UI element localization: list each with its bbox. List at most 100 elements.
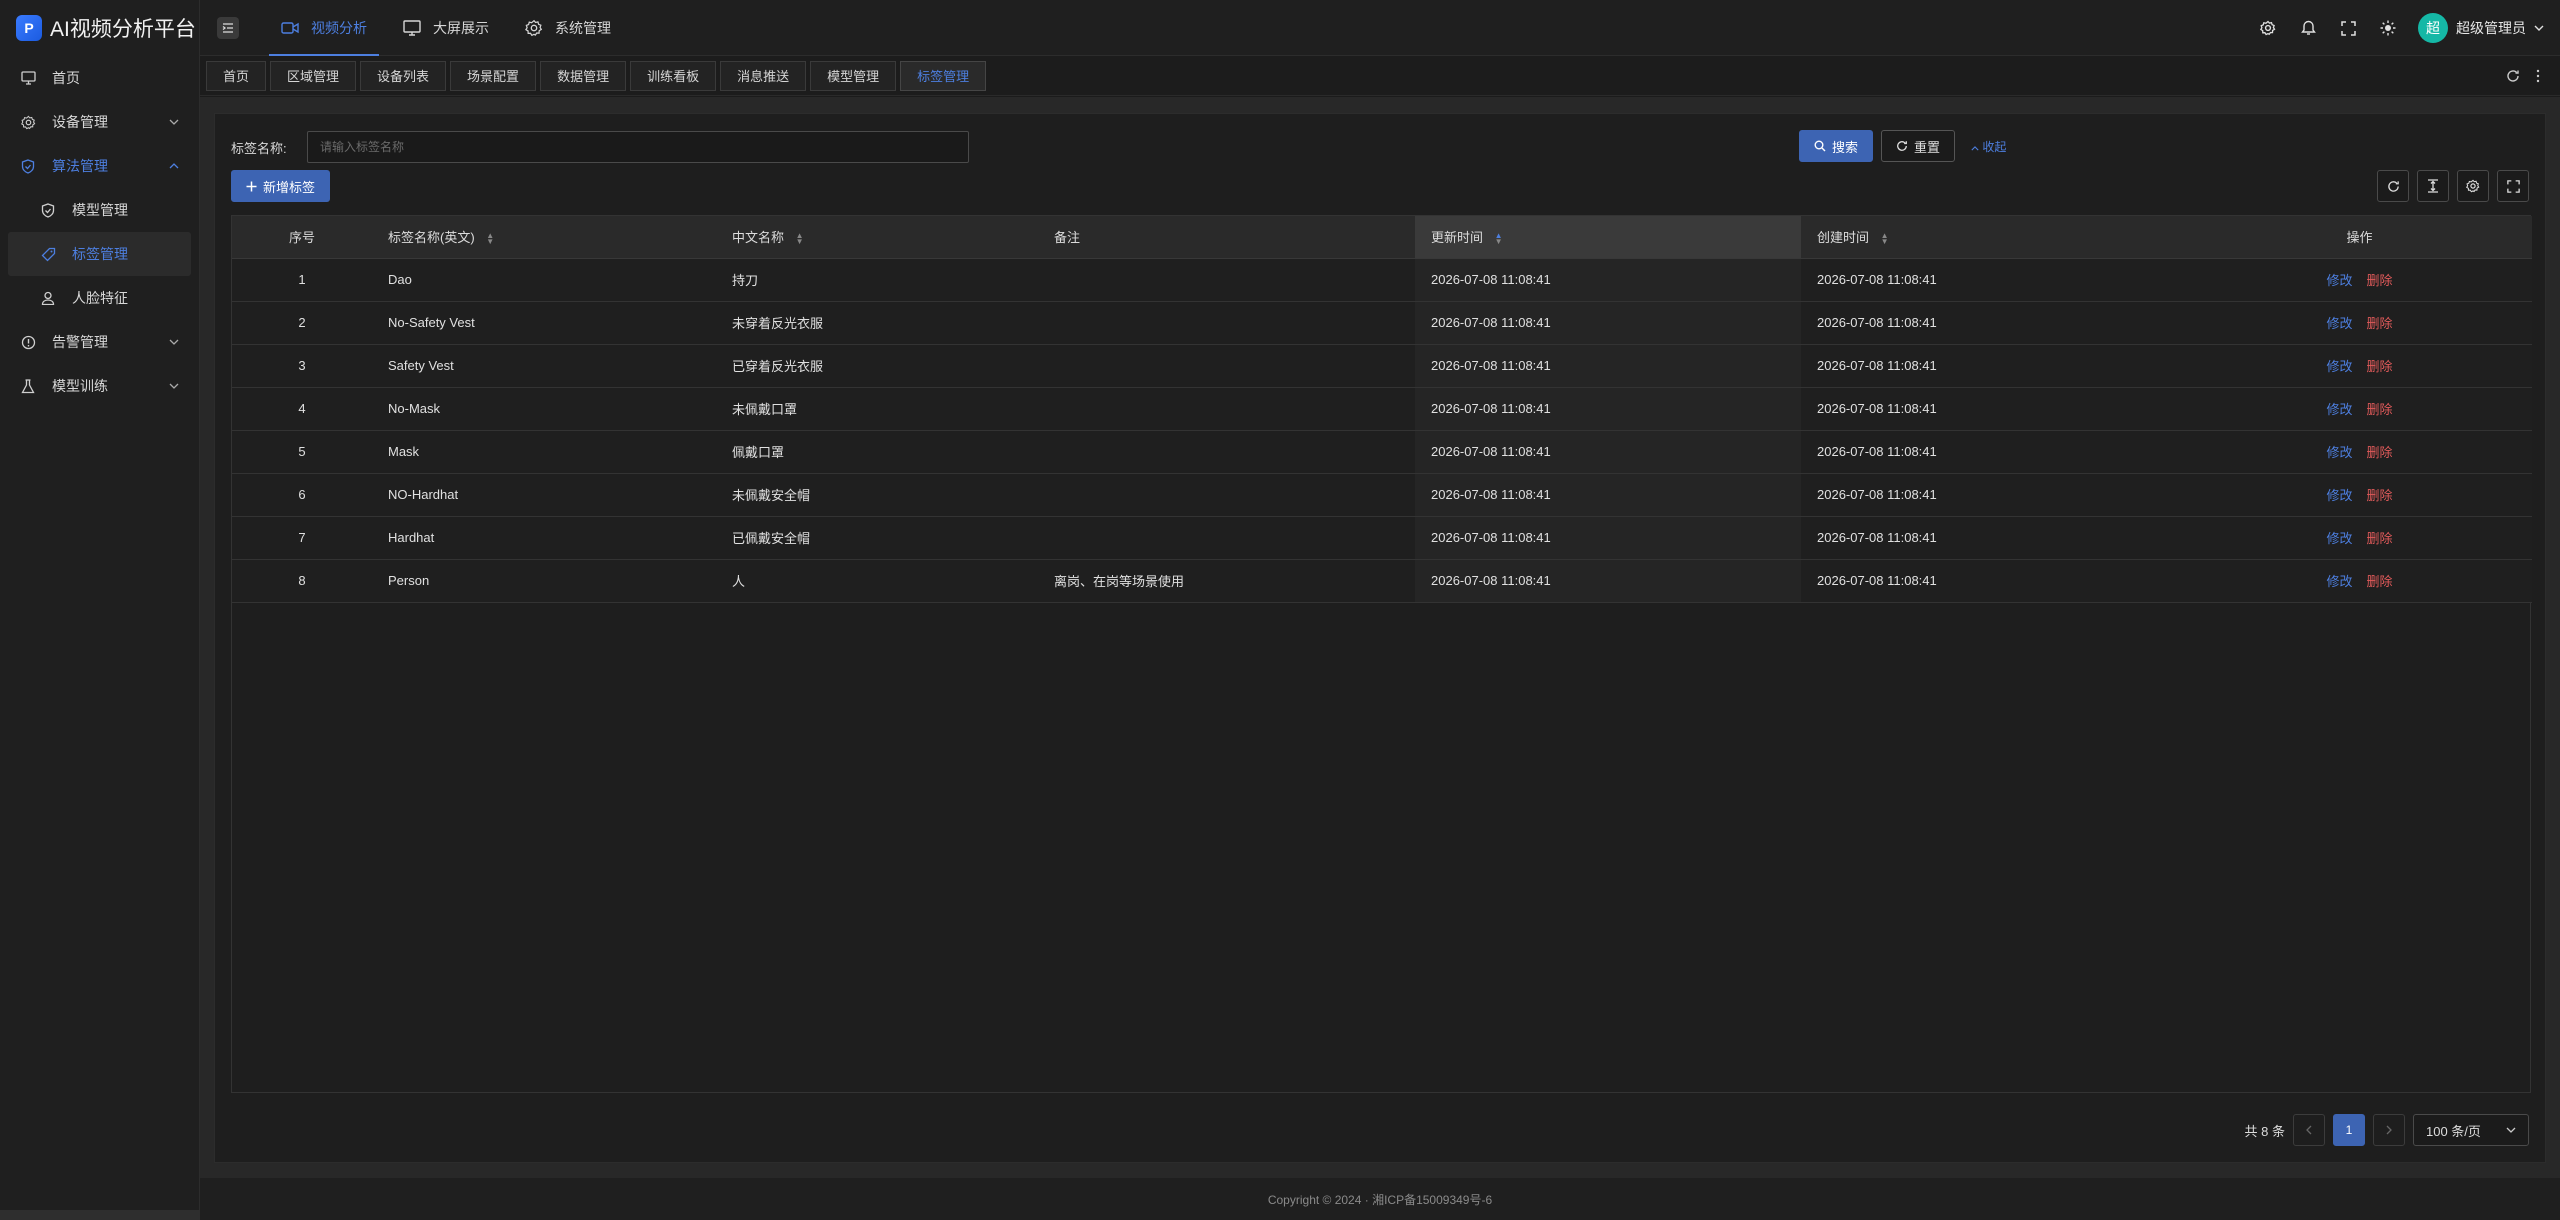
edit-button[interactable]: 修改 <box>2326 273 2352 288</box>
top-nav: 视频分析 大屏展示 系统管理 <box>263 0 629 56</box>
sidebar-item-model-training[interactable]: 模型训练 <box>0 364 199 408</box>
tab-model-management[interactable]: 模型管理 <box>810 60 897 91</box>
tab-training-board[interactable]: 训练看板 <box>630 60 717 91</box>
main-area: 标签名称: 搜索 重置 <box>200 97 2560 1178</box>
app-logo[interactable]: P AI视频分析平台 <box>0 0 199 56</box>
settings-icon[interactable] <box>2258 18 2278 38</box>
fullscreen-icon[interactable] <box>2338 18 2358 38</box>
page-size-select[interactable]: 100 条/页 <box>2413 1114 2529 1146</box>
cell-cn-name: 未佩戴口罩 <box>716 387 1038 431</box>
collapse-search-link[interactable]: 收起 <box>1971 138 2006 155</box>
table-tool-icons <box>2377 170 2529 202</box>
edit-button[interactable]: 修改 <box>2326 316 2352 331</box>
top-nav-video-analysis[interactable]: 视频分析 <box>263 0 385 56</box>
menu-collapse-button[interactable] <box>217 16 239 39</box>
edit-button[interactable]: 修改 <box>2326 445 2352 460</box>
col-en-name-label: 标签名称(英文) <box>388 230 475 246</box>
col-updated-time[interactable]: 更新时间 ▲ ▼ <box>1415 216 1801 259</box>
tab-area-management[interactable]: 区域管理 <box>270 60 357 91</box>
col-actions: 操作 <box>2187 216 2532 259</box>
reset-button[interactable]: 重置 <box>1881 130 1956 162</box>
sidebar-item-model-management[interactable]: 模型管理 <box>0 188 199 232</box>
edit-button[interactable]: 修改 <box>2326 359 2352 374</box>
table-refresh-button[interactable] <box>2377 170 2409 202</box>
tabs-actions <box>2506 56 2540 96</box>
user-icon <box>40 290 56 306</box>
sort-asc-icon[interactable]: ▲ ▼ <box>1495 231 1503 245</box>
sort-icon[interactable]: ▲ ▼ <box>486 231 494 245</box>
cell-index: 3 <box>232 344 372 388</box>
app-title: AI视频分析平台 <box>50 18 196 41</box>
cell-created-time: 2026-07-08 11:08:41 <box>1801 473 2187 517</box>
more-vertical-icon[interactable] <box>2536 69 2540 83</box>
page-tabs: 首页 区域管理 设备列表 场景配置 数据管理 训练看板 消息推送 模型管理 标签… <box>200 56 2560 96</box>
edit-button[interactable]: 修改 <box>2326 402 2352 417</box>
cell-en-name: Mask <box>372 430 716 474</box>
table-settings-button[interactable] <box>2457 170 2489 202</box>
cell-updated-time: 2026-07-08 11:08:41 <box>1415 516 1801 560</box>
cell-index: 6 <box>232 473 372 517</box>
col-cn-name[interactable]: 中文名称 ▲ ▼ <box>716 216 1038 259</box>
sidebar-item-label: 算法管理 <box>52 158 108 174</box>
edit-button[interactable]: 修改 <box>2326 574 2352 589</box>
tag-name-search-input[interactable] <box>307 131 969 163</box>
cell-updated-time: 2026-07-08 11:08:41 <box>1415 559 1801 603</box>
prev-page-button[interactable] <box>2293 1114 2325 1146</box>
edit-button[interactable]: 修改 <box>2326 488 2352 503</box>
delete-button[interactable]: 删除 <box>2367 359 2393 374</box>
tab-message-push[interactable]: 消息推送 <box>720 60 807 91</box>
table-row: 4 No-Mask 未佩戴口罩 2026-07-08 11:08:41 2026-07-… <box>232 387 2532 431</box>
delete-button[interactable]: 删除 <box>2367 488 2393 503</box>
tab-device-list[interactable]: 设备列表 <box>360 60 447 91</box>
top-header: 视频分析 大屏展示 系统管理 超 超级管理员 <box>200 0 2560 56</box>
sidebar-item-device-management[interactable]: 设备管理 <box>0 100 199 144</box>
refresh-icon[interactable] <box>2506 69 2520 83</box>
user-menu[interactable]: 超 超级管理员 <box>2418 13 2544 43</box>
delete-button[interactable]: 删除 <box>2367 402 2393 417</box>
tab-data-management[interactable]: 数据管理 <box>540 60 627 91</box>
top-nav-system-management[interactable]: 系统管理 <box>507 0 629 56</box>
cell-actions: 修改 删除 <box>2187 473 2532 517</box>
cell-actions: 修改 删除 <box>2187 387 2532 431</box>
delete-button[interactable]: 删除 <box>2367 445 2393 460</box>
search-button[interactable]: 搜索 <box>1799 130 1874 162</box>
sort-icon[interactable]: ▲ ▼ <box>796 231 804 245</box>
tab-tag-management[interactable]: 标签管理 <box>900 60 987 91</box>
tab-scene-config[interactable]: 场景配置 <box>450 60 537 91</box>
cell-en-name: Hardhat <box>372 516 716 560</box>
sun-icon[interactable] <box>2378 18 2398 38</box>
col-cn-name-label: 中文名称 <box>732 230 785 246</box>
table-row: 3 Safety Vest 已穿着反光衣服 2026-07-08 11:08:41 20… <box>232 344 2532 388</box>
sidebar-item-algorithm-management[interactable]: 算法管理 <box>0 144 199 188</box>
delete-button[interactable]: 删除 <box>2367 531 2393 546</box>
next-page-button[interactable] <box>2373 1114 2405 1146</box>
delete-button[interactable]: 删除 <box>2367 273 2393 288</box>
edit-button[interactable]: 修改 <box>2326 531 2352 546</box>
top-nav-big-screen[interactable]: 大屏展示 <box>385 0 507 56</box>
table-row: 5 Mask 佩戴口罩 2026-07-08 11:08:41 2026-07-08 1… <box>232 430 2532 474</box>
sidebar-menu: 首页 设备管理 算法管理 模型管理 标签管理 人脸特征 告警管理 模型训练 <box>0 56 199 408</box>
col-created-time[interactable]: 创建时间 ▲ ▼ <box>1801 216 2187 259</box>
bell-icon[interactable] <box>2298 18 2318 38</box>
cell-note <box>1038 516 1415 560</box>
sidebar-item-face-features[interactable]: 人脸特征 <box>0 276 199 320</box>
col-en-name[interactable]: 标签名称(英文) ▲ ▼ <box>372 216 716 259</box>
tab-home[interactable]: 首页 <box>206 60 267 91</box>
sidebar-scrollbar[interactable] <box>0 1210 200 1220</box>
page-number-button[interactable]: 1 <box>2333 1114 2365 1146</box>
add-tag-button[interactable]: 新增标签 <box>231 170 331 202</box>
sidebar-item-home[interactable]: 首页 <box>0 56 199 100</box>
total-count: 共 8 条 <box>2244 1123 2285 1139</box>
cell-index: 1 <box>232 258 372 302</box>
delete-button[interactable]: 删除 <box>2367 316 2393 331</box>
sort-icon[interactable]: ▲ ▼ <box>1881 231 1889 245</box>
table-density-button[interactable] <box>2417 170 2449 202</box>
sidebar-item-tag-management[interactable]: 标签管理 <box>8 232 191 276</box>
delete-button[interactable]: 删除 <box>2367 574 2393 589</box>
cell-created-time: 2026-07-08 11:08:41 <box>1801 516 2187 560</box>
cell-en-name: Safety Vest <box>372 344 716 388</box>
table-fullscreen-button[interactable] <box>2497 170 2529 202</box>
sidebar-item-alarm-management[interactable]: 告警管理 <box>0 320 199 364</box>
cell-actions: 修改 删除 <box>2187 516 2532 560</box>
search-icon <box>1814 140 1826 152</box>
